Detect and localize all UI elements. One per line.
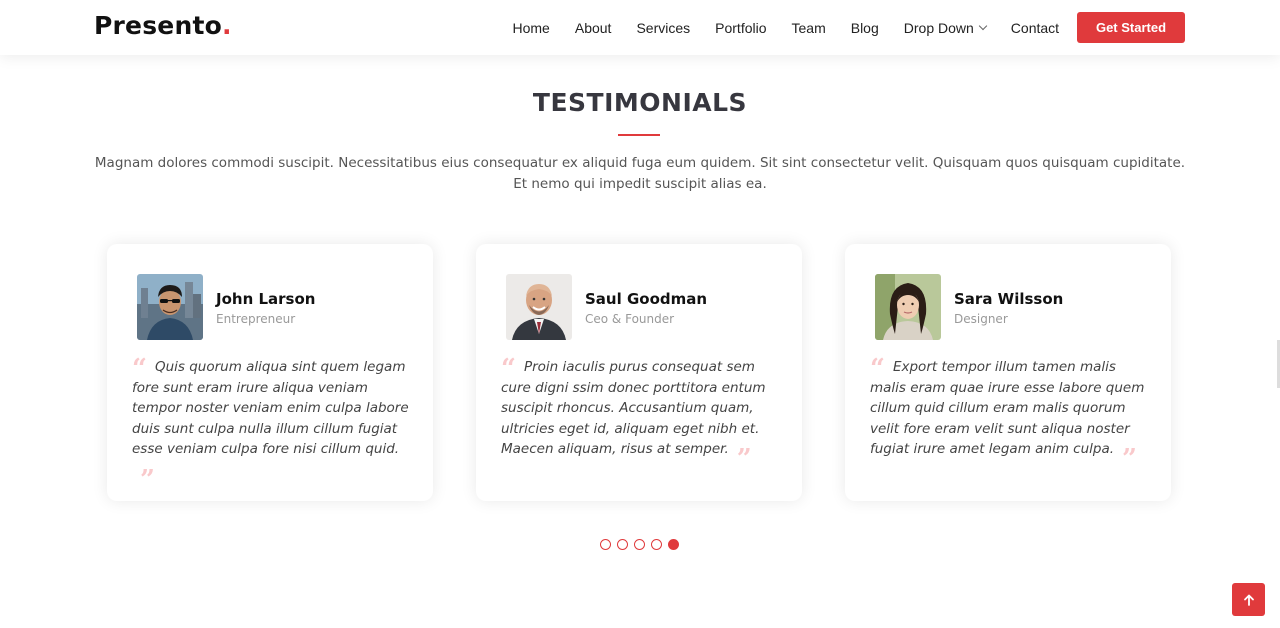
pagination-bullet[interactable] [651, 539, 662, 550]
testimonial-card: Sara Wilsson Designer “Export tempor ill… [845, 244, 1171, 501]
testimonial-card: John Larson Entrepreneur “Quis quorum al… [107, 244, 433, 501]
testimonial-card: Saul Goodman Ceo & Founder “Proin iaculi… [476, 244, 802, 501]
quote-close-icon: ” [1122, 444, 1137, 474]
quote-close-icon: ” [736, 444, 752, 474]
nav-blog[interactable]: Blog [851, 20, 879, 36]
testimonial-quote: “Export tempor illum tamen malis malis e… [870, 354, 1153, 474]
testimonial-role: Designer [954, 312, 1008, 326]
nav-dropdown-label: Drop Down [903, 19, 974, 36]
testimonial-quote-text: Proin iaculis purus consequat sem cure d… [501, 359, 766, 457]
testimonial-quote-text: Export tempor illum tamen malis malis er… [870, 359, 1145, 457]
testimonial-quote-text: Quis quorum aliqua sint quem legam fore … [132, 359, 409, 457]
testimonial-role: Ceo & Founder [585, 312, 675, 326]
carousel-pagination [600, 539, 685, 550]
back-to-top-button[interactable] [1232, 583, 1265, 616]
nav-about[interactable]: About [575, 20, 612, 36]
quote-close-icon: ” [140, 464, 155, 495]
chevron-down-icon [978, 21, 988, 30]
avatar [875, 274, 941, 340]
pagination-bullet[interactable] [634, 539, 645, 550]
testimonial-name: John Larson [216, 290, 316, 308]
nav-home[interactable]: Home [513, 20, 550, 36]
testimonial-role: Entrepreneur [216, 312, 296, 326]
get-started-button[interactable]: Get Started [1077, 12, 1185, 43]
testimonial-name: Saul Goodman [585, 290, 708, 308]
avatar [506, 274, 572, 340]
nav-portfolio[interactable]: Portfolio [715, 20, 766, 36]
section-description: Magnam dolores commodi suscipit. Necessi… [94, 155, 1186, 192]
avatar [137, 274, 203, 340]
section-title: TESTIMONIALS [532, 88, 748, 117]
quote-open-icon: “ [132, 354, 147, 384]
nav-services[interactable]: Services [636, 20, 690, 36]
logo[interactable]: Presento. [94, 11, 232, 40]
nav-dropdown[interactable]: Drop Down [903, 19, 988, 36]
pagination-bullet-active[interactable] [668, 539, 679, 550]
nav-contact[interactable]: Contact [1011, 20, 1059, 36]
pagination-bullet[interactable] [617, 539, 628, 550]
testimonial-name: Sara Wilsson [954, 290, 1064, 308]
arrow-up-icon [1243, 594, 1254, 606]
quote-open-icon: “ [501, 354, 516, 384]
title-divider [618, 134, 660, 136]
site-header: Presento. Home About Services Portfolio … [0, 0, 1280, 55]
pagination-bullet[interactable] [600, 539, 611, 550]
quote-open-icon: “ [870, 354, 885, 384]
nav-team[interactable]: Team [792, 20, 826, 36]
main-nav: Home About Services Portfolio Team Blog … [500, 0, 1072, 55]
testimonial-quote: “Quis quorum aliqua sint quem legam fore… [132, 354, 415, 495]
testimonial-quote: “Proin iaculis purus consequat sem cure … [501, 354, 784, 474]
